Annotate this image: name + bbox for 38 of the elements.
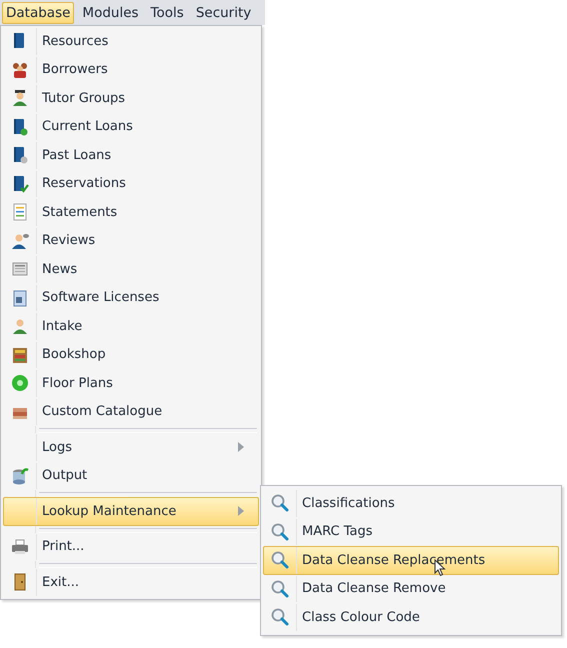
menu-item[interactable]: Reservations <box>3 170 259 198</box>
magnifier-icon <box>270 578 290 599</box>
magnifier-icon <box>270 493 290 514</box>
menu-item[interactable]: News <box>3 255 259 284</box>
menu-bar-item[interactable]: Database <box>2 2 74 24</box>
menu-item[interactable]: Statements <box>3 198 259 226</box>
magnifier-icon <box>270 522 290 542</box>
menu-item[interactable]: Bookshop <box>3 340 259 369</box>
menu-item[interactable]: Past Loans <box>3 141 259 170</box>
menu-item[interactable]: Floor Plans <box>3 369 259 398</box>
menu-item[interactable]: Borrowers <box>3 56 259 84</box>
menu-bar-item[interactable]: Security <box>192 2 256 24</box>
menu-item[interactable]: Output <box>3 462 259 490</box>
teacher-icon <box>10 88 30 108</box>
menu-item[interactable]: Print... <box>3 532 259 561</box>
menu-item[interactable]: Custom Catalogue <box>3 398 259 426</box>
globe-icon <box>10 373 30 394</box>
menu-item[interactable]: Exit... <box>3 568 259 596</box>
menu-item[interactable]: Current Loans <box>3 112 259 141</box>
submenu-item[interactable]: Class Colour Code <box>263 603 559 632</box>
database-icon <box>10 466 30 486</box>
menu-item[interactable]: Resources <box>3 27 259 56</box>
magnifier-icon <box>270 550 290 570</box>
menu-item[interactable]: Reviews <box>3 226 259 255</box>
menu-item[interactable]: Software Licenses <box>3 284 259 312</box>
submenu-arrow-icon <box>238 506 244 516</box>
menu-bar-item[interactable]: Modules <box>78 2 143 24</box>
printer-icon <box>10 536 30 557</box>
submenu-item[interactable]: MARC Tags <box>263 518 559 546</box>
menu-bar-item[interactable]: Tools <box>146 2 188 24</box>
menu-item[interactable]: Tutor Groups <box>3 84 259 112</box>
submenu-item[interactable]: Classifications <box>263 489 559 518</box>
submenu-item[interactable]: Data Cleanse Remove <box>263 574 559 603</box>
magnifier-icon <box>270 607 290 628</box>
menu-item[interactable]: Logs <box>3 433 259 462</box>
menu-item[interactable]: Intake <box>3 312 259 340</box>
submenu-arrow-icon <box>238 442 244 452</box>
submenu-item[interactable]: Data Cleanse Replacements <box>263 546 559 574</box>
